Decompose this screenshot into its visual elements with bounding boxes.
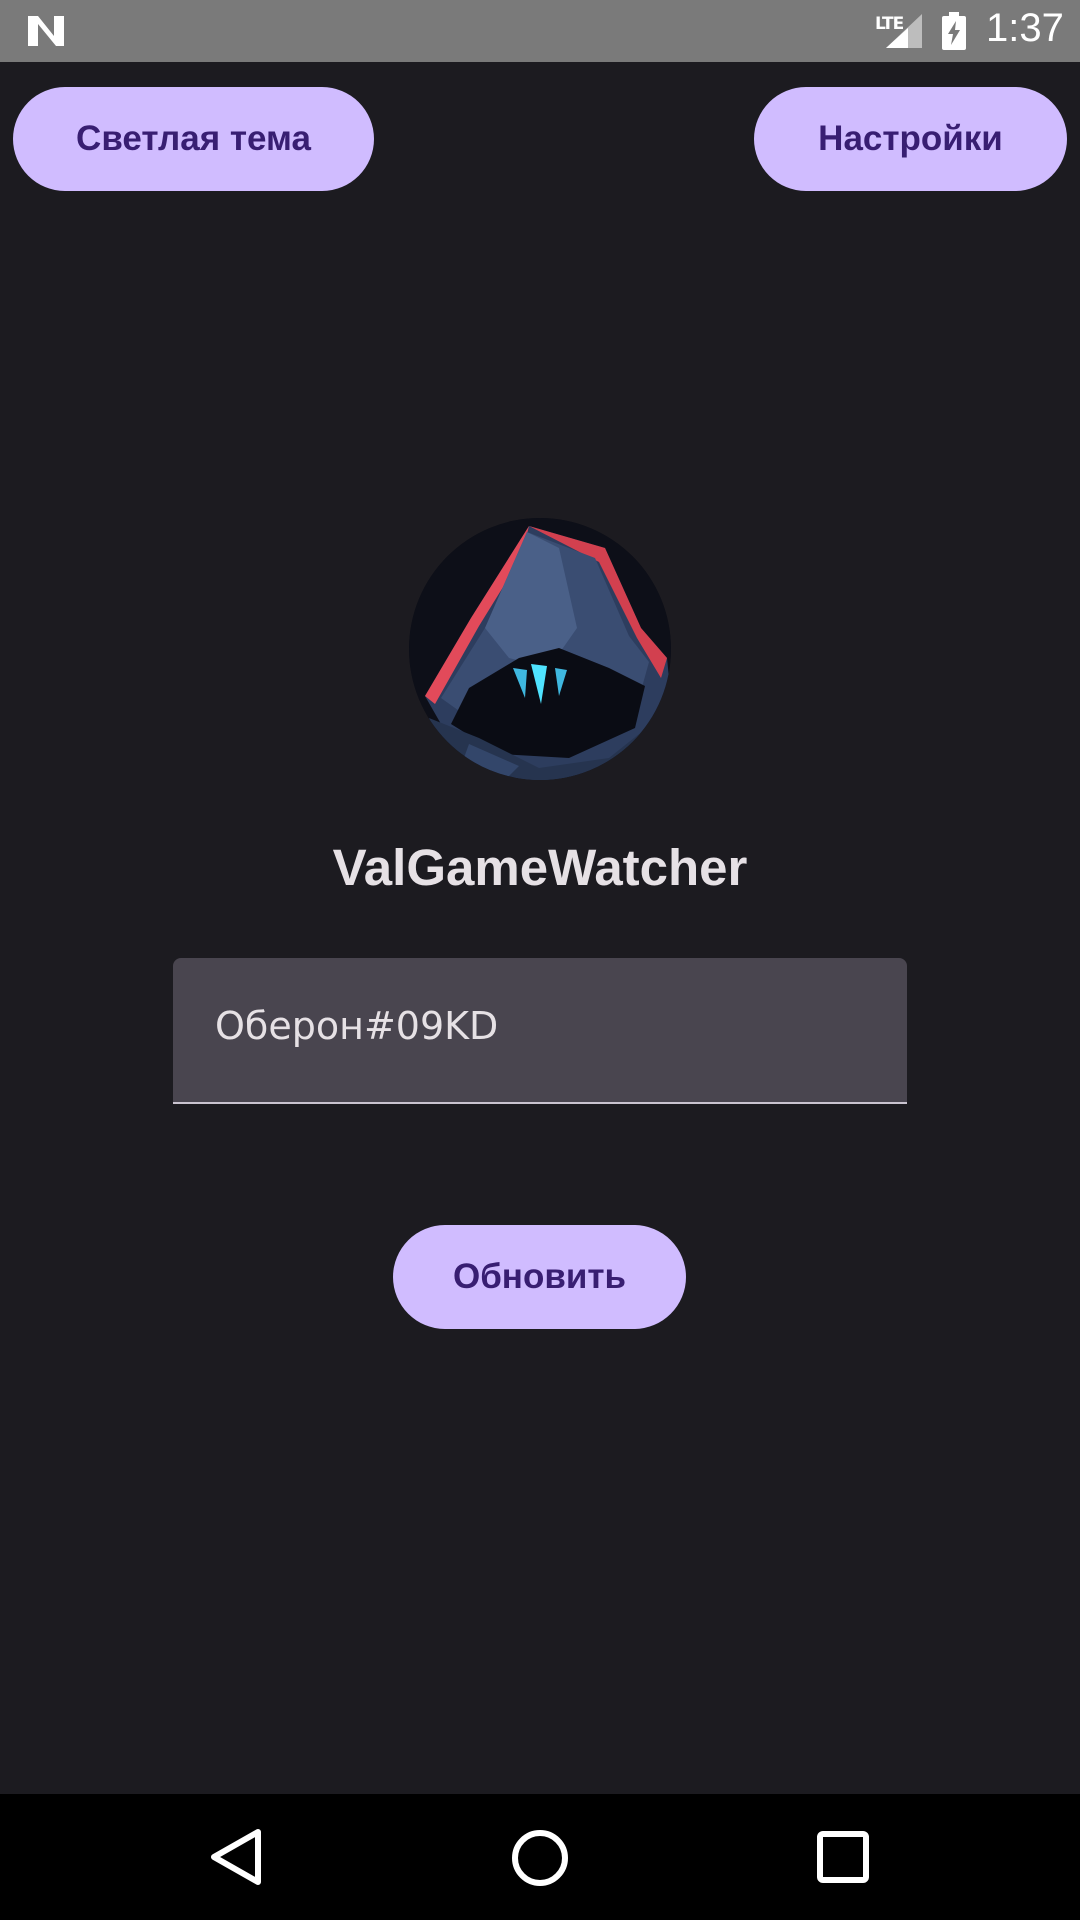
- lte-signal-icon: [886, 14, 922, 48]
- settings-button-label: Настройки: [818, 119, 1003, 158]
- notification-n-icon: [28, 16, 64, 46]
- status-bar: LTE 1:37: [0, 0, 1080, 62]
- battery-charging-icon: [942, 12, 966, 50]
- back-icon[interactable]: [210, 1828, 262, 1886]
- app-screen: LTE 1:37 Светлая тема Настройки ValGameW…: [0, 0, 1080, 1920]
- home-icon[interactable]: [510, 1828, 570, 1888]
- username: ValGameWatcher: [332, 839, 748, 896]
- riot-id-field[interactable]: Оберон#09KD: [173, 958, 907, 1104]
- field-underline: [173, 1102, 907, 1104]
- refresh-button-label: Обновить: [452, 1257, 627, 1296]
- clock: 1:37: [986, 6, 1064, 50]
- recents-icon[interactable]: [816, 1830, 870, 1884]
- light-theme-button[interactable]: Светлая тема: [13, 87, 374, 191]
- avatar: [409, 518, 671, 780]
- refresh-button[interactable]: Обновить: [393, 1225, 686, 1329]
- navigation-bar: [0, 1794, 1080, 1920]
- riot-id-value[interactable]: Оберон#09KD: [215, 1004, 498, 1048]
- hooded-agent-avatar: [409, 518, 671, 780]
- light-theme-button-label: Светлая тема: [76, 119, 311, 158]
- settings-button[interactable]: Настройки: [754, 87, 1067, 191]
